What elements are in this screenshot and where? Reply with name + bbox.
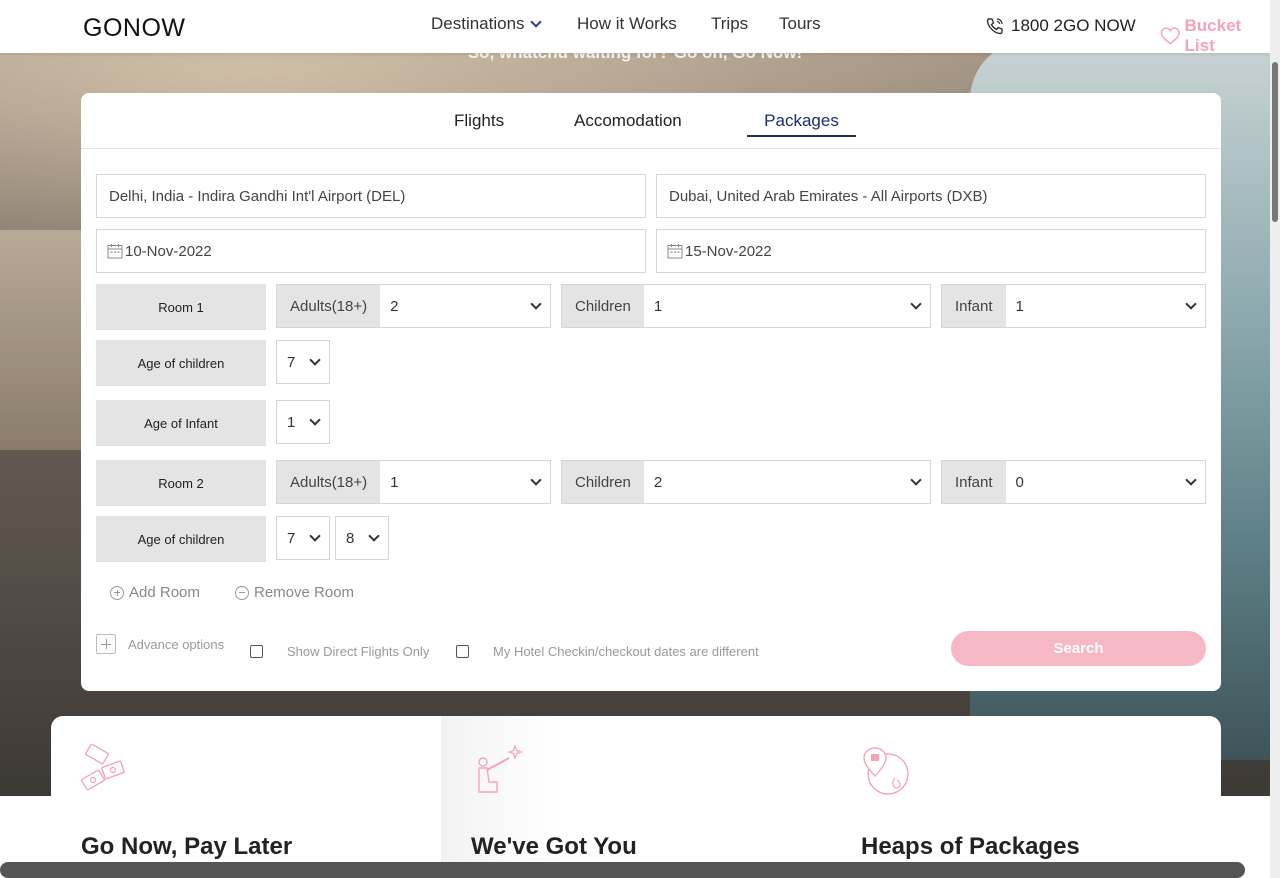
search-tabs: Flights Accomodation Packages xyxy=(81,93,1221,149)
calendar-icon xyxy=(107,244,123,259)
room-2-child-age-select-2[interactable]: 8 xyxy=(335,516,389,560)
feature-title: We've Got You xyxy=(471,833,637,860)
room-1-child-age-select[interactable]: 7 xyxy=(276,340,330,384)
infant-label: Infant xyxy=(942,285,1006,327)
infant-age-value: 1 xyxy=(287,413,296,431)
children-value: 2 xyxy=(653,473,663,491)
chevron-down-icon xyxy=(529,15,542,28)
logo[interactable]: GONOW xyxy=(83,14,186,43)
child-age-value: 7 xyxy=(287,529,296,547)
return-date-field[interactable]: 15-Nov-2022 xyxy=(656,229,1206,273)
chevron-down-icon xyxy=(1185,298,1197,310)
telescope-icon xyxy=(478,744,523,793)
from-field[interactable]: Delhi, India - Indira Gandhi Int'l Airpo… xyxy=(96,174,646,218)
depart-date-field[interactable]: 10-Nov-2022 xyxy=(96,229,646,273)
chevron-down-icon xyxy=(368,530,380,542)
room-1-infant-age-select[interactable]: 1 xyxy=(276,400,330,444)
chevron-down-icon xyxy=(309,414,321,426)
children-label: Children xyxy=(562,285,644,327)
room-2-infant-select[interactable]: Infant 0 xyxy=(941,460,1206,504)
room-1-age-infant-label: Age of Infant xyxy=(96,400,266,446)
hotel-dates-option: My Hotel Checkin/checkout dates are diff… xyxy=(456,644,759,659)
vertical-scrollbar-thumb[interactable] xyxy=(1272,62,1278,222)
minus-circle-icon xyxy=(235,585,249,600)
tab-packages[interactable]: Packages xyxy=(747,111,856,137)
nav-destinations[interactable]: Destinations xyxy=(431,14,542,34)
children-value: 1 xyxy=(653,297,663,315)
adults-label: Adults(18+) xyxy=(277,461,381,503)
room-1-children-select[interactable]: Children 1 xyxy=(561,284,931,328)
vertical-scrollbar[interactable] xyxy=(1270,0,1280,878)
feature-title: Heaps of Packages xyxy=(861,833,1080,860)
chevron-down-icon xyxy=(309,354,321,366)
search-card: Flights Accomodation Packages Delhi, Ind… xyxy=(81,93,1221,691)
direct-flights-checkbox[interactable] xyxy=(250,645,263,658)
room-1-infant-select[interactable]: Infant 1 xyxy=(941,284,1206,328)
chevron-down-icon xyxy=(910,474,922,486)
money-icon xyxy=(81,744,125,791)
adults-label: Adults(18+) xyxy=(277,285,381,327)
hotel-dates-checkbox[interactable] xyxy=(456,645,469,658)
adults-value: 2 xyxy=(390,297,399,315)
room-2-child-age-select-1[interactable]: 7 xyxy=(276,516,330,560)
infant-label: Infant xyxy=(942,461,1006,503)
search-button[interactable]: Search xyxy=(951,631,1206,666)
tab-accomodation[interactable]: Accomodation xyxy=(574,111,682,131)
chevron-down-icon xyxy=(309,530,321,542)
remove-room-button[interactable]: Remove Room xyxy=(235,584,354,601)
add-room-label: Add Room xyxy=(129,584,200,601)
globe-pin-icon xyxy=(863,747,909,795)
depart-date-value: 10-Nov-2022 xyxy=(125,242,212,260)
phone-link[interactable]: 1800 2GO NOW xyxy=(985,16,1136,36)
to-field[interactable]: Dubai, United Arab Emirates - All Airpor… xyxy=(656,174,1206,218)
nav-tours[interactable]: Tours xyxy=(779,14,821,34)
nav-destinations-label: Destinations xyxy=(431,14,525,33)
tab-flights[interactable]: Flights xyxy=(454,111,504,131)
room-1-age-children-label: Age of children xyxy=(96,340,266,386)
advance-options-toggle[interactable]: Advance options xyxy=(96,634,224,654)
adults-value: 1 xyxy=(390,473,399,491)
feature-title: Go Now, Pay Later xyxy=(81,833,293,860)
advance-options-label: Advance options xyxy=(128,636,225,652)
chevron-down-icon xyxy=(530,474,542,486)
heart-icon xyxy=(1160,27,1180,45)
direct-flights-label: Show Direct Flights Only xyxy=(287,644,430,659)
child-age-value: 8 xyxy=(346,529,355,547)
plus-square-icon xyxy=(96,634,116,654)
to-value: Dubai, United Arab Emirates - All Airpor… xyxy=(669,187,988,205)
infant-value: 0 xyxy=(1015,473,1024,491)
nav-how-it-works[interactable]: How it Works xyxy=(577,14,677,34)
phone-number: 1800 2GO NOW xyxy=(1011,16,1136,35)
return-date-value: 15-Nov-2022 xyxy=(685,242,772,260)
add-room-button[interactable]: Add Room xyxy=(110,584,200,601)
chevron-down-icon xyxy=(910,298,922,310)
bucket-list-link[interactable]: Bucket List xyxy=(1160,16,1270,56)
chevron-down-icon xyxy=(1185,474,1197,486)
room-2-age-children-label: Age of children xyxy=(96,516,266,562)
hotel-dates-label: My Hotel Checkin/checkout dates are diff… xyxy=(493,644,759,659)
from-value: Delhi, India - Indira Gandhi Int'l Airpo… xyxy=(109,187,406,205)
chevron-down-icon xyxy=(530,298,542,310)
remove-room-label: Remove Room xyxy=(254,584,355,601)
room-2-adults-select[interactable]: Adults(18+) 1 xyxy=(276,460,551,504)
room-2-children-select[interactable]: Children 2 xyxy=(561,460,931,504)
child-age-value: 7 xyxy=(287,353,296,371)
room-2-label: Room 2 xyxy=(96,460,266,506)
infant-value: 1 xyxy=(1015,297,1024,315)
top-navbar: GONOW Destinations How it Works Trips To… xyxy=(0,0,1270,56)
features-section: Go Now, Pay Later We've Got You Heaps of… xyxy=(51,716,1221,878)
children-label: Children xyxy=(562,461,644,503)
phone-icon xyxy=(986,18,1003,35)
horizontal-scrollbar[interactable] xyxy=(0,862,1245,878)
room-1-adults-select[interactable]: Adults(18+) 2 xyxy=(276,284,551,328)
plus-circle-icon xyxy=(110,585,124,600)
bucket-list-label: Bucket List xyxy=(1184,16,1242,55)
direct-flights-option: Show Direct Flights Only xyxy=(250,644,429,659)
room-1-label: Room 1 xyxy=(96,284,266,330)
calendar-icon xyxy=(667,244,683,259)
nav-trips[interactable]: Trips xyxy=(711,14,748,34)
